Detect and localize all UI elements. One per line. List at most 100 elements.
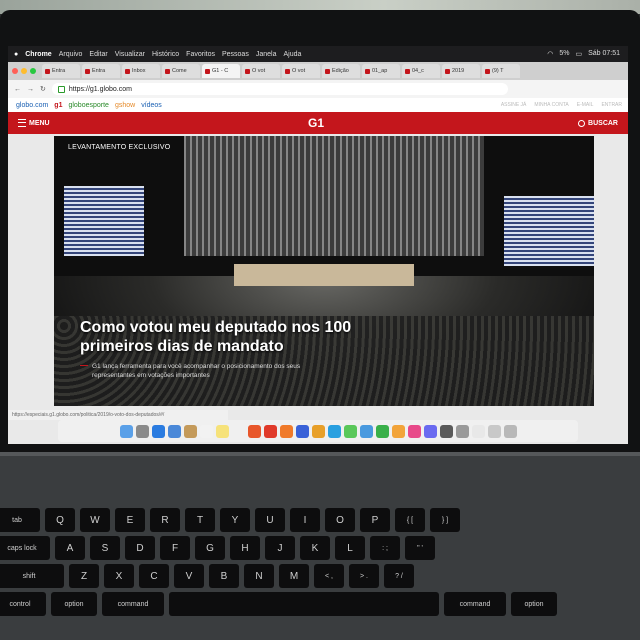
facetime-icon[interactable] bbox=[359, 424, 373, 438]
browser-tab[interactable]: Come bbox=[162, 64, 200, 78]
key-v[interactable]: V bbox=[174, 564, 204, 588]
key-u[interactable]: U bbox=[255, 508, 285, 532]
key-h[interactable]: H bbox=[230, 536, 260, 560]
battery-icon[interactable]: ▭ bbox=[575, 50, 582, 58]
key-d[interactable]: D bbox=[125, 536, 155, 560]
reminders-icon[interactable] bbox=[231, 424, 245, 438]
trash-icon[interactable] bbox=[503, 424, 517, 438]
key-q[interactable]: Q bbox=[45, 508, 75, 532]
close-window-button[interactable] bbox=[12, 68, 18, 74]
browser-tab[interactable]: 01_ap bbox=[362, 64, 400, 78]
key-option-left[interactable]: option bbox=[51, 592, 97, 616]
key-command-left[interactable]: command bbox=[102, 592, 164, 616]
calendar-icon[interactable] bbox=[199, 424, 213, 438]
key-o[interactable]: O bbox=[325, 508, 355, 532]
key-l[interactable]: L bbox=[335, 536, 365, 560]
browser-tab[interactable]: Inbox bbox=[122, 64, 160, 78]
launchpad-icon[interactable] bbox=[135, 424, 149, 438]
key-bracket-left[interactable]: { [ bbox=[395, 508, 425, 532]
numbers-icon[interactable] bbox=[375, 424, 389, 438]
menubar-item-visualizar[interactable]: Visualizar bbox=[115, 51, 145, 58]
nav-g1[interactable]: g1 bbox=[54, 102, 62, 109]
key-command-right[interactable]: command bbox=[444, 592, 506, 616]
key-p[interactable]: P bbox=[360, 508, 390, 532]
key-r[interactable]: R bbox=[150, 508, 180, 532]
hero-title[interactable]: Como votou meu deputado nos 100 primeiro… bbox=[80, 318, 380, 356]
safari-icon[interactable] bbox=[151, 424, 165, 438]
key-option-right[interactable]: option bbox=[511, 592, 557, 616]
browser-tab[interactable]: 2019 bbox=[442, 64, 480, 78]
key-tab[interactable]: tab bbox=[0, 508, 40, 532]
notes-icon[interactable] bbox=[215, 424, 229, 438]
browser-tab-active[interactable]: G1 - C bbox=[202, 64, 240, 78]
apple-icon[interactable]: ● bbox=[14, 51, 18, 58]
key-k[interactable]: K bbox=[300, 536, 330, 560]
search-button[interactable]: BUSCAR bbox=[578, 119, 618, 127]
browser-tab[interactable]: O vot bbox=[282, 64, 320, 78]
screenshot-icon[interactable] bbox=[439, 424, 453, 438]
menubar-item-pessoas[interactable]: Pessoas bbox=[222, 51, 249, 58]
forward-icon[interactable]: → bbox=[27, 86, 34, 93]
key-x[interactable]: X bbox=[104, 564, 134, 588]
browser-tab[interactable]: Edição bbox=[322, 64, 360, 78]
contacts-icon[interactable] bbox=[183, 424, 197, 438]
key-quote[interactable]: " ' bbox=[405, 536, 435, 560]
key-c[interactable]: C bbox=[139, 564, 169, 588]
menubar-item-historico[interactable]: Histórico bbox=[152, 51, 179, 58]
chrome-icon[interactable] bbox=[263, 424, 277, 438]
g1-logo[interactable]: G1 bbox=[308, 116, 324, 130]
preview-icon[interactable] bbox=[423, 424, 437, 438]
finder-icon[interactable] bbox=[119, 424, 133, 438]
hero-article[interactable]: LEVANTAMENTO EXCLUSIVO Como votou meu de… bbox=[54, 136, 594, 406]
key-f[interactable]: F bbox=[160, 536, 190, 560]
brave-icon[interactable] bbox=[279, 424, 293, 438]
nav-globo[interactable]: globo.com bbox=[16, 102, 48, 109]
key-y[interactable]: Y bbox=[220, 508, 250, 532]
key-period[interactable]: > . bbox=[349, 564, 379, 588]
messages-icon[interactable] bbox=[343, 424, 357, 438]
mail-icon[interactable] bbox=[167, 424, 181, 438]
key-w[interactable]: W bbox=[80, 508, 110, 532]
sublime-icon[interactable] bbox=[311, 424, 325, 438]
url-field[interactable]: https://g1.globo.com bbox=[51, 83, 508, 95]
browser-tab[interactable]: 04_c bbox=[402, 64, 440, 78]
menu-button[interactable]: MENU bbox=[18, 119, 50, 127]
photos-icon[interactable] bbox=[407, 424, 421, 438]
downloads-icon[interactable] bbox=[487, 424, 501, 438]
key-b[interactable]: B bbox=[209, 564, 239, 588]
wifi-icon[interactable]: ◠ bbox=[547, 50, 553, 58]
key-slash[interactable]: ? / bbox=[384, 564, 414, 588]
key-bracket-right[interactable]: } ] bbox=[430, 508, 460, 532]
browser-tab[interactable]: (9) T bbox=[482, 64, 520, 78]
firefox-icon[interactable] bbox=[247, 424, 261, 438]
menubar-clock[interactable]: Sáb 07:51 bbox=[588, 50, 620, 58]
nav-globoesporte[interactable]: globoesporte bbox=[68, 102, 108, 109]
reload-icon[interactable]: ↻ bbox=[40, 85, 46, 93]
key-z[interactable]: Z bbox=[69, 564, 99, 588]
key-n[interactable]: N bbox=[244, 564, 274, 588]
browser-tab[interactable]: Entra bbox=[42, 64, 80, 78]
key-j[interactable]: J bbox=[265, 536, 295, 560]
key-a[interactable]: A bbox=[55, 536, 85, 560]
key-control[interactable]: control bbox=[0, 592, 46, 616]
key-t[interactable]: T bbox=[185, 508, 215, 532]
nav-assine[interactable]: ASSINE JÁ bbox=[501, 102, 527, 108]
browser-tab[interactable]: O vot bbox=[242, 64, 280, 78]
nav-entrar[interactable]: ENTRAR bbox=[601, 102, 622, 108]
key-i[interactable]: I bbox=[290, 508, 320, 532]
pages-icon[interactable] bbox=[391, 424, 405, 438]
battery-level[interactable]: 5% bbox=[559, 50, 569, 58]
menubar-item-editar[interactable]: Editar bbox=[89, 51, 107, 58]
nav-email[interactable]: E-MAIL bbox=[577, 102, 594, 108]
key-space[interactable] bbox=[169, 592, 439, 616]
menubar-item-ajuda[interactable]: Ajuda bbox=[283, 51, 301, 58]
key-g[interactable]: G bbox=[195, 536, 225, 560]
key-s[interactable]: S bbox=[90, 536, 120, 560]
key-m[interactable]: M bbox=[279, 564, 309, 588]
key-e[interactable]: E bbox=[115, 508, 145, 532]
menubar-item-favoritos[interactable]: Favoritos bbox=[186, 51, 215, 58]
nav-videos[interactable]: vídeos bbox=[141, 102, 162, 109]
key-shift-left[interactable]: shift bbox=[0, 564, 64, 588]
key-caps-lock[interactable]: caps lock bbox=[0, 536, 50, 560]
nav-gshow[interactable]: gshow bbox=[115, 102, 135, 109]
